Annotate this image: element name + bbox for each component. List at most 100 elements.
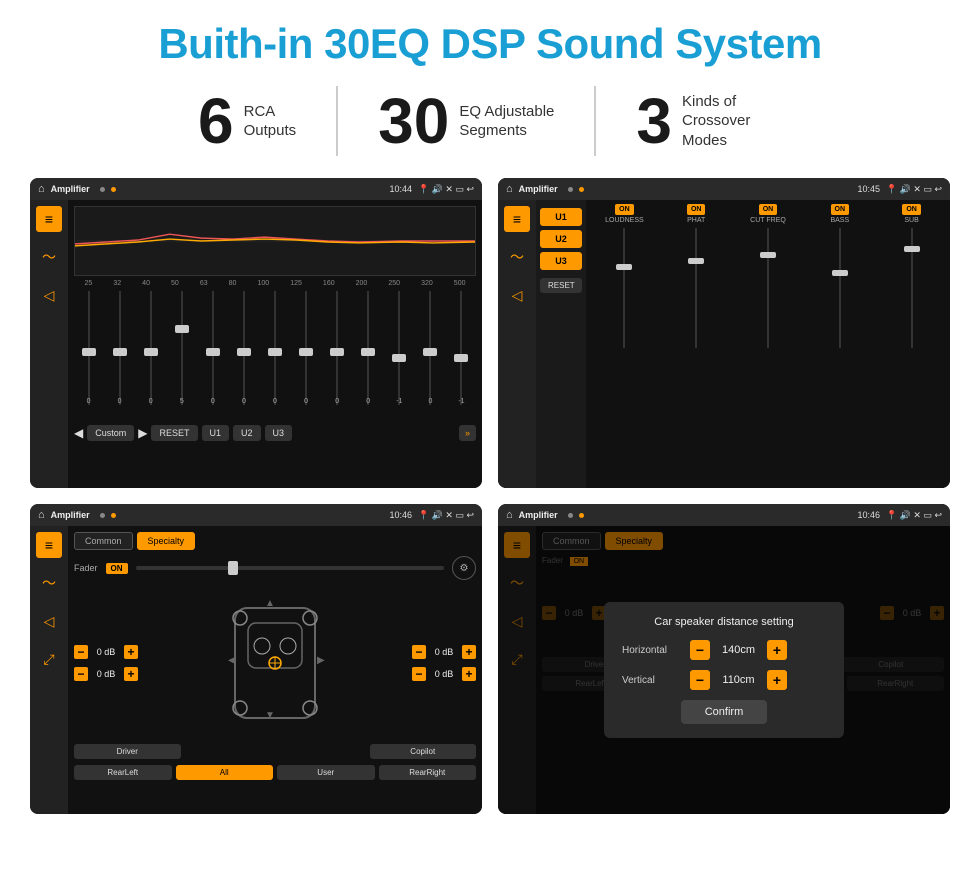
bass-slider[interactable]	[830, 228, 850, 484]
vertical-minus[interactable]: −	[690, 670, 710, 690]
phat-slider[interactable]	[686, 228, 706, 484]
stat-rca: 6 RCA Outputs	[158, 89, 336, 153]
dialog-overlay: Car speaker distance setting Horizontal …	[498, 526, 950, 814]
eq-expand-icon[interactable]: »	[459, 425, 476, 441]
eq-slider-4[interactable]: 5	[167, 291, 196, 405]
mixer-reset-btn[interactable]: RESET	[540, 278, 582, 293]
fader-label: Fader	[74, 563, 98, 573]
cutfreq-toggle[interactable]: ON	[759, 204, 778, 215]
screen1-main: 253240506380100125160200250320500 0 0	[68, 200, 482, 488]
eq-prev-button[interactable]: ◀	[74, 426, 83, 440]
screen3-time: 10:46	[389, 510, 412, 520]
sub-label: SUB	[904, 217, 918, 224]
channel-cutfreq: ON CUT FREQ	[734, 204, 803, 484]
vertical-plus[interactable]: +	[767, 670, 787, 690]
phat-toggle[interactable]: ON	[687, 204, 706, 215]
eq-custom-button[interactable]: Custom	[87, 425, 134, 441]
distance-dialog: Car speaker distance setting Horizontal …	[604, 602, 844, 738]
eq-slider-6[interactable]: 0	[229, 291, 258, 405]
cutfreq-slider[interactable]	[758, 228, 778, 484]
dialog-title: Car speaker distance setting	[622, 616, 826, 628]
horizontal-plus[interactable]: +	[767, 640, 787, 660]
car-diagram: ▼ ▲ ◀ ▶	[146, 588, 404, 738]
mixer-eq-icon[interactable]: ≡	[504, 206, 530, 232]
eq-slider-1[interactable]: 0	[74, 291, 103, 405]
eq-next-button[interactable]: ▶	[138, 426, 147, 440]
eq-reset-button[interactable]: RESET	[151, 425, 197, 441]
mixer-wave-icon[interactable]: 〜	[504, 244, 530, 270]
front-left-plus[interactable]: +	[124, 645, 138, 659]
fader-wave-icon[interactable]: 〜	[36, 570, 62, 596]
eq-slider-2[interactable]: 0	[105, 291, 134, 405]
loudness-slider[interactable]	[614, 228, 634, 484]
fader-expand-icon[interactable]: ⤢	[36, 646, 62, 672]
screen2-home-icon[interactable]: ⌂	[506, 183, 513, 195]
btn-driver[interactable]: Driver	[74, 744, 181, 759]
wave-icon[interactable]: 〜	[36, 244, 62, 270]
tab-common[interactable]: Common	[74, 532, 133, 550]
preset-u1[interactable]: U1	[540, 208, 582, 226]
confirm-button[interactable]: Confirm	[681, 700, 768, 724]
screen2-status-bar: ⌂ Amplifier 10:45 📍 🔊 ✕ ▭ ↩	[498, 178, 950, 200]
rear-right-plus[interactable]: +	[462, 667, 476, 681]
volume-icon[interactable]: ◁	[36, 282, 62, 308]
eq-slider-7[interactable]: 0	[260, 291, 289, 405]
screen3-status-icons: 📍 🔊 ✕ ▭ ↩	[418, 510, 474, 521]
eq-slider-3[interactable]: 0	[136, 291, 165, 405]
screen1-status-bar: ⌂ Amplifier 10:44 📍 🔊 ✕ ▭ ↩	[30, 178, 482, 200]
channel-bass: ON BASS	[805, 204, 874, 484]
fader-eq-icon[interactable]: ≡	[36, 532, 62, 558]
sub-toggle[interactable]: ON	[902, 204, 921, 215]
bass-label: BASS	[830, 217, 849, 224]
fader-on-badge[interactable]: ON	[106, 563, 128, 574]
preset-u3[interactable]: U3	[540, 252, 582, 270]
svg-text:▼: ▼	[265, 710, 275, 721]
mixer-vol-icon[interactable]: ◁	[504, 282, 530, 308]
eq-slider-11[interactable]: -1	[385, 291, 414, 405]
btn-copilot[interactable]: Copilot	[370, 744, 477, 759]
screen2-time: 10:45	[857, 184, 880, 194]
eq-slider-8[interactable]: 0	[292, 291, 321, 405]
status-dot-2	[111, 187, 116, 192]
fader-slider[interactable]	[136, 566, 444, 570]
front-right-minus[interactable]: −	[412, 645, 426, 659]
eq-icon[interactable]: ≡	[36, 206, 62, 232]
eq-u2-button[interactable]: U2	[233, 425, 261, 441]
loudness-toggle[interactable]: ON	[615, 204, 634, 215]
eq-slider-13[interactable]: -1	[447, 291, 476, 405]
fader-settings-icon[interactable]: ⚙	[452, 556, 476, 580]
sub-slider[interactable]	[902, 228, 922, 484]
eq-slider-10[interactable]: 0	[354, 291, 383, 405]
screen4-home-icon[interactable]: ⌂	[506, 509, 513, 521]
page-title: Buith-in 30EQ DSP Sound System	[30, 20, 950, 68]
btn-user[interactable]: User	[277, 765, 375, 780]
rear-right-minus[interactable]: −	[412, 667, 426, 681]
btn-rearleft[interactable]: RearLeft	[74, 765, 172, 780]
rear-left-plus[interactable]: +	[124, 667, 138, 681]
fader-vol-icon[interactable]: ◁	[36, 608, 62, 634]
bass-toggle[interactable]: ON	[831, 204, 850, 215]
btn-rearright[interactable]: RearRight	[379, 765, 477, 780]
preset-u2[interactable]: U2	[540, 230, 582, 248]
screen3-dot1	[100, 513, 105, 518]
home-icon[interactable]: ⌂	[38, 183, 45, 195]
btn-all[interactable]: All	[176, 765, 274, 780]
front-right-plus[interactable]: +	[462, 645, 476, 659]
screen3-home-icon[interactable]: ⌂	[38, 509, 45, 521]
eq-slider-9[interactable]: 0	[323, 291, 352, 405]
channel-sub: ON SUB	[877, 204, 946, 484]
rear-left-minus[interactable]: −	[74, 667, 88, 681]
horizontal-minus[interactable]: −	[690, 640, 710, 660]
eq-u3-button[interactable]: U3	[265, 425, 293, 441]
horizontal-value: 140cm	[716, 644, 761, 656]
screen4-status-icons: 📍 🔊 ✕ ▭ ↩	[886, 510, 942, 521]
eq-u1-button[interactable]: U1	[202, 425, 230, 441]
btn-spacer	[185, 744, 366, 759]
eq-graph	[74, 206, 476, 276]
tab-specialty[interactable]: Specialty	[137, 532, 196, 550]
screen4-time: 10:46	[857, 510, 880, 520]
eq-slider-5[interactable]: 0	[198, 291, 227, 405]
front-left-minus[interactable]: −	[74, 645, 88, 659]
dialog-horizontal-row: Horizontal − 140cm +	[622, 640, 826, 660]
eq-slider-12[interactable]: 0	[416, 291, 445, 405]
